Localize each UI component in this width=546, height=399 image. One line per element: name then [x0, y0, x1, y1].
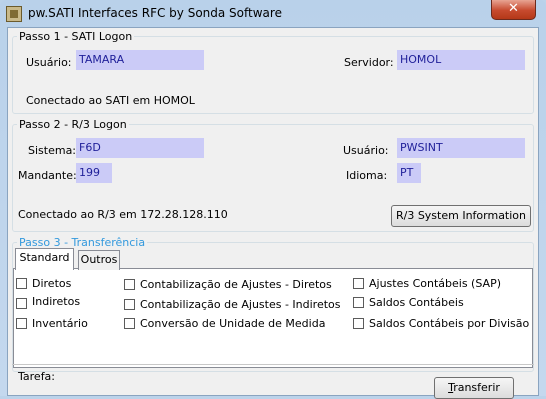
client-area: Passo 1 - SATI Logon Usuário: TAMARA Ser…	[7, 27, 539, 399]
close-button[interactable]: ✕	[491, 0, 536, 20]
passo2-legend: Passo 2 - R/3 Logon	[19, 118, 127, 131]
checkbox-inventario[interactable]	[16, 318, 27, 329]
r3-system-information-button[interactable]: R/3 System Information	[391, 205, 531, 227]
usuario-r3-label: Usuário:	[343, 144, 389, 157]
tab-outros[interactable]: Outros	[78, 250, 120, 270]
servidor-label: Servidor:	[344, 56, 394, 69]
checkbox-ajustes-diretos-label: Contabilização de Ajustes - Diretos	[140, 278, 332, 291]
app-icon	[6, 6, 22, 22]
checkbox-ajustes-indiretos[interactable]	[124, 299, 135, 310]
checkbox-indiretos-label: Indiretos	[32, 295, 81, 308]
usuario-label: Usuário:	[26, 56, 72, 69]
tarefa-label: Tarefa:	[18, 370, 56, 383]
checkbox-indiretos[interactable]	[16, 298, 27, 309]
idioma-input[interactable]: PT	[397, 163, 421, 183]
checkbox-ajustes-diretos[interactable]	[124, 279, 135, 290]
checkbox-diretos-label: Diretos	[32, 277, 72, 290]
mandante-input[interactable]: 199	[76, 163, 112, 183]
r3-status-text: Conectado ao R/3 em 172.28.128.110	[18, 208, 228, 221]
app-window: pw.SATI Interfaces RFC by Sonda Software…	[0, 0, 546, 399]
checkbox-conversao-unidade[interactable]	[124, 318, 135, 329]
mandante-label: Mandante:	[18, 169, 77, 182]
servidor-input[interactable]: HOMOL	[397, 50, 525, 70]
title-bar[interactable]: pw.SATI Interfaces RFC by Sonda Software…	[0, 0, 546, 28]
checkbox-saldos-divisao[interactable]	[353, 318, 364, 329]
checkbox-saldos-divisao-label: Saldos Contábeis por Divisão	[369, 317, 530, 330]
checkbox-ajustes-indiretos-label: Contabilização de Ajustes - Indiretos	[140, 298, 341, 311]
tab-standard[interactable]: Standard	[15, 248, 74, 270]
checkbox-saldos-contabeis-label: Saldos Contábeis	[369, 296, 464, 309]
checkbox-inventario-label: Inventário	[32, 317, 88, 330]
passo1-legend: Passo 1 - SATI Logon	[19, 30, 133, 43]
usuario-sati-input[interactable]: TAMARA	[76, 50, 204, 70]
checkbox-ajustes-contabeis-label: Ajustes Contábeis (SAP)	[369, 277, 501, 290]
checkbox-saldos-contabeis[interactable]	[353, 297, 364, 308]
window-title: pw.SATI Interfaces RFC by Sonda Software	[28, 6, 282, 20]
footer-divider	[12, 364, 534, 365]
checkbox-conversao-unidade-label: Conversão de Unidade de Medida	[140, 317, 326, 330]
checkbox-ajustes-contabeis[interactable]	[353, 278, 364, 289]
idioma-label: Idioma:	[346, 169, 388, 182]
sati-status-text: Conectado ao SATI em HOMOL	[26, 94, 195, 107]
usuario-r3-input[interactable]: PWSINT	[397, 138, 525, 158]
sistema-label: Sistema:	[28, 144, 77, 157]
sistema-input[interactable]: F6D	[76, 138, 204, 158]
transferir-label: ransferir	[453, 381, 500, 394]
checkbox-diretos[interactable]	[16, 278, 27, 289]
